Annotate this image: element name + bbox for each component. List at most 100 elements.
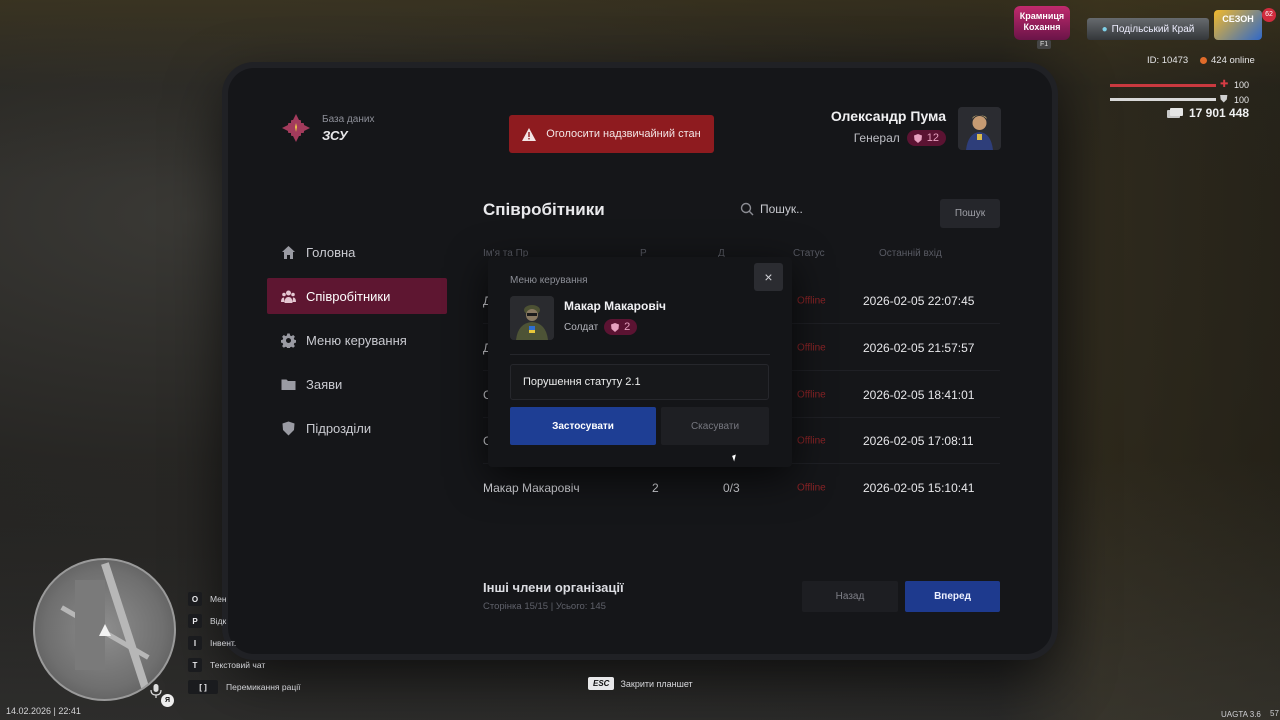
search-placeholder: Пошук.. <box>760 202 803 216</box>
hotkey-label: Перемикання рації <box>226 682 301 692</box>
member-name: Макар Макаровіч <box>564 299 666 313</box>
esc-key: ESC <box>588 677 615 690</box>
user-rank: Генерал <box>853 131 900 145</box>
season-logo[interactable]: СЕЗОН <box>1214 10 1262 40</box>
row-status: Offline <box>797 435 826 446</box>
search-input[interactable]: Пошук.. <box>740 202 803 216</box>
close-icon: × <box>764 269 773 285</box>
page-title: Співробітники <box>483 200 605 219</box>
pagination-info: Сторінка 15/15 | Усього: 145 <box>483 601 606 612</box>
armor-bar <box>1110 98 1216 101</box>
reason-input[interactable] <box>510 364 769 400</box>
sidebar-item-control-menu[interactable]: Меню керування <box>267 322 447 358</box>
microphone-icon <box>150 684 162 698</box>
gear-icon <box>280 333 297 349</box>
search-button[interactable]: Пошук <box>940 199 1000 228</box>
table-row[interactable]: Макар Макаровіч 2 0/3 Offline 2026-02-05… <box>483 465 1000 511</box>
sidebar-item-divisions[interactable]: Підрозділи <box>267 410 447 446</box>
health-icon: ✚ <box>1220 79 1229 90</box>
member-avatar <box>510 296 554 340</box>
column-header-last-login: Останній вхід <box>879 248 942 259</box>
user-rank-badge: 12 <box>906 130 946 146</box>
app-logo: База даних ЗСУ <box>280 112 374 144</box>
hotkey-row: P Відк <box>188 610 300 632</box>
hotkey-key: T <box>188 658 202 672</box>
region-pin-icon: ● <box>1101 23 1108 35</box>
region-name: Подільський Край <box>1111 23 1195 35</box>
health-bar-fill <box>1110 84 1216 87</box>
online-text: 424 online <box>1211 55 1255 66</box>
next-button[interactable]: Вперед <box>905 581 1000 612</box>
row-last-login: 2026-02-05 21:57:57 <box>863 340 975 355</box>
armor-value: 100 <box>1234 95 1250 105</box>
hotkey-key: [ ] <box>188 680 218 694</box>
modal-divider <box>510 354 770 355</box>
row-last-login: 2026-02-05 18:41:01 <box>863 387 975 402</box>
sidebar-item-label: Співробітники <box>306 288 391 304</box>
hotkey-row: T Текстовий чат <box>188 654 300 676</box>
game-version: UAGTA 3.6 <box>1221 710 1261 719</box>
search-icon <box>740 202 754 216</box>
row-last-login: 2026-02-05 22:07:45 <box>863 293 975 308</box>
user-name: Олександр Пума <box>830 108 946 124</box>
hotkey-label: Текстовий чат <box>210 660 266 670</box>
back-button[interactable]: Назад <box>802 581 898 612</box>
close-tablet-hint: ESC Закрити планшет <box>588 677 693 690</box>
emergency-button-label: Оголосити надзвичайний стан <box>546 128 701 140</box>
shield-icon <box>281 421 296 436</box>
sidebar-item-employees[interactable]: Співробітники <box>267 278 447 314</box>
close-button[interactable]: × <box>754 263 783 291</box>
hotkey-key: O <box>188 592 202 606</box>
sidebar-item-label: Заяви <box>306 376 343 392</box>
member-rank-level: 2 <box>624 321 631 333</box>
user-info: Олександр Пума Генерал 12 <box>831 108 946 146</box>
armor-icon: ⛊ <box>1220 94 1228 105</box>
shield-icon <box>611 322 620 332</box>
health-value: 100 <box>1234 80 1250 90</box>
date-time: 14.02.2026 | 22:41 <box>6 706 81 716</box>
money-icon <box>1167 108 1183 118</box>
event-hotkey: F1 <box>1037 40 1052 49</box>
player-id: ID: 10473 <box>1147 55 1189 66</box>
emergency-button[interactable]: Оголосити надзвичайний стан <box>509 115 714 153</box>
user-avatar[interactable] <box>958 107 1001 150</box>
member-rank-badge: 2 <box>604 319 638 335</box>
money-value: 17 901 448 <box>1189 106 1250 120</box>
zsu-emblem-icon <box>280 112 312 144</box>
column-header-status: Статус <box>793 248 825 259</box>
row-last-login: 2026-02-05 17:08:11 <box>863 433 974 448</box>
logo-title: ЗСУ <box>322 127 348 143</box>
row-name: Макар Макаровіч <box>483 481 580 495</box>
sidebar-item-home[interactable]: Головна <box>267 234 447 270</box>
money-display: 17 901 448 <box>1167 106 1249 120</box>
logo-subtitle: База даних <box>322 113 375 125</box>
apply-button[interactable]: Застосувати <box>510 407 656 445</box>
modal-label: Меню керування <box>510 275 588 286</box>
cancel-button[interactable]: Скасувати <box>661 407 769 445</box>
row-status: Offline <box>797 295 826 306</box>
row-last-login: 2026-02-05 15:10:41 <box>863 481 975 495</box>
row-rank: 2 <box>652 481 659 495</box>
hotkey-row: I Інвент. <box>188 632 300 654</box>
row-status: Offline <box>797 389 826 400</box>
sidebar-item-applications[interactable]: Заяви <box>267 366 447 402</box>
health-bar <box>1110 84 1216 87</box>
hotkey-label: Відк <box>210 616 227 626</box>
member-rank: Солдат <box>564 321 599 333</box>
region-badge: ● Подільський Край <box>1087 18 1209 40</box>
user-rank-level: 12 <box>926 132 939 144</box>
shield-icon <box>913 133 922 143</box>
sidebar: Головна Співробітники Меню керування Зая… <box>267 234 447 454</box>
armor-bar-fill <box>1110 98 1216 101</box>
event-logo[interactable]: Крамниця Кохання <box>1014 6 1070 40</box>
sidebar-item-label: Підрозділи <box>306 420 372 436</box>
member-rank-row: Солдат 2 <box>564 319 638 335</box>
hotkey-row: O Мен <box>188 588 300 610</box>
control-menu-modal: Меню керування × Макар Макаровіч Солдат … <box>488 257 792 467</box>
warning-icon <box>522 127 537 141</box>
game-version-suffix: 57 <box>1270 709 1279 718</box>
sidebar-item-label: Головна <box>306 244 356 260</box>
online-dot-icon <box>1200 57 1207 64</box>
home-icon <box>281 245 296 260</box>
player-arrow-icon <box>99 624 111 636</box>
